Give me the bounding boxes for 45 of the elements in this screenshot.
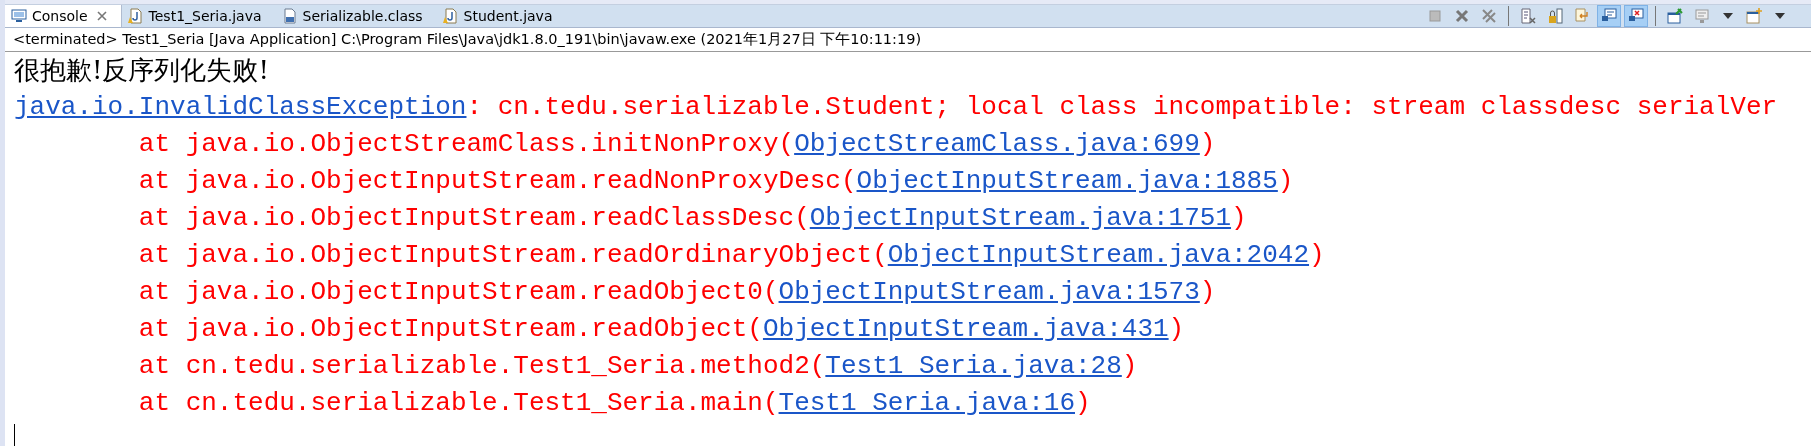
- tab[interactable]: Serializable.class: [275, 5, 437, 27]
- console-line: at java.io.ObjectInputStream.readNonProxyDesc(ObjectInputStream.java:1885): [137, 165, 1295, 198]
- tab[interactable]: Student.java: [436, 5, 567, 27]
- show-error-console-icon: [1628, 8, 1644, 24]
- word-wrap-icon: [1574, 8, 1590, 24]
- console-line: at cn.tedu.serializable.Test1_Seria.main(Test1_Seria.java:16): [137, 387, 1092, 420]
- scroll-lock-icon: [1547, 8, 1563, 24]
- console-status: <terminated> Test1_Seria [Java Application] C:\Program Files\Java\jdk1.8.0_191\bin\javaw.exe (2021年1月27日 下午10:11:19): [5, 28, 1811, 52]
- java-file-icon: [442, 8, 459, 24]
- close-icon[interactable]: [96, 11, 107, 21]
- toolbar-button[interactable]: [1597, 5, 1621, 27]
- remove-icon: [1454, 8, 1470, 24]
- stack-trace-link[interactable]: Test1_Seria.java:28: [825, 351, 1122, 381]
- stack-trace-link[interactable]: ObjectInputStream.java:431: [762, 314, 1169, 344]
- stop-icon: [1427, 8, 1443, 24]
- toolbar-button[interactable]: [1624, 5, 1648, 27]
- new-console-icon: [1746, 8, 1762, 24]
- console-line: at cn.tedu.serializable.Test1_Seria.method2(Test1_Seria.java:28): [137, 350, 1139, 383]
- console-line: at java.io.ObjectStreamClass.initNonProxy(ObjectStreamClass.java:699): [137, 128, 1217, 161]
- class-file-icon: [281, 8, 298, 24]
- remove-all-icon: [1481, 8, 1497, 24]
- caret-icon[interactable]: [1775, 13, 1785, 19]
- tab[interactable]: Console: [5, 5, 122, 27]
- monitor-icon: [11, 8, 27, 24]
- show-console-icon: [1601, 8, 1617, 24]
- stack-trace-link[interactable]: ObjectInputStream.java:1751: [809, 203, 1232, 233]
- console-line: at java.io.ObjectInputStream.readObject(ObjectInputStream.java:431): [137, 313, 1186, 346]
- console-line: at java.io.ObjectInputStream.readClassDesc(ObjectInputStream.java:1751): [137, 202, 1248, 235]
- tab[interactable]: Test1_Seria.java: [121, 5, 276, 27]
- stack-trace-link[interactable]: ObjectInputStream.java:1885: [856, 166, 1278, 196]
- console-line: 很抱歉!反序列化失败!: [14, 54, 270, 87]
- stack-trace-link[interactable]: ObjectInputStream.java:1573: [778, 277, 1200, 307]
- stack-trace-link[interactable]: ObjectStreamClass.java:699: [794, 129, 1200, 159]
- caret-icon[interactable]: [1723, 13, 1733, 19]
- stack-trace-link[interactable]: ObjectInputStream.java:2042: [887, 240, 1310, 270]
- text-cursor: [14, 424, 15, 446]
- console-line: at java.io.ObjectInputStream.readObject0(ObjectInputStream.java:1573): [137, 276, 1217, 309]
- console-line: java.io.InvalidClassException: cn.tedu.serializable.Student; local class incompatible: stream classdesc serialVer: [14, 91, 1779, 124]
- stack-trace-link[interactable]: Test1_Seria.java:16: [778, 388, 1075, 418]
- clear-icon: [1520, 8, 1536, 24]
- java-file-icon: [127, 8, 144, 24]
- console-line: at java.io.ObjectInputStream.readOrdinaryObject(ObjectInputStream.java:2042): [137, 239, 1326, 272]
- stack-trace-link[interactable]: java.io.InvalidClassException: [14, 92, 467, 122]
- display-console-icon: [1694, 8, 1710, 24]
- pin-icon: [1667, 8, 1683, 24]
